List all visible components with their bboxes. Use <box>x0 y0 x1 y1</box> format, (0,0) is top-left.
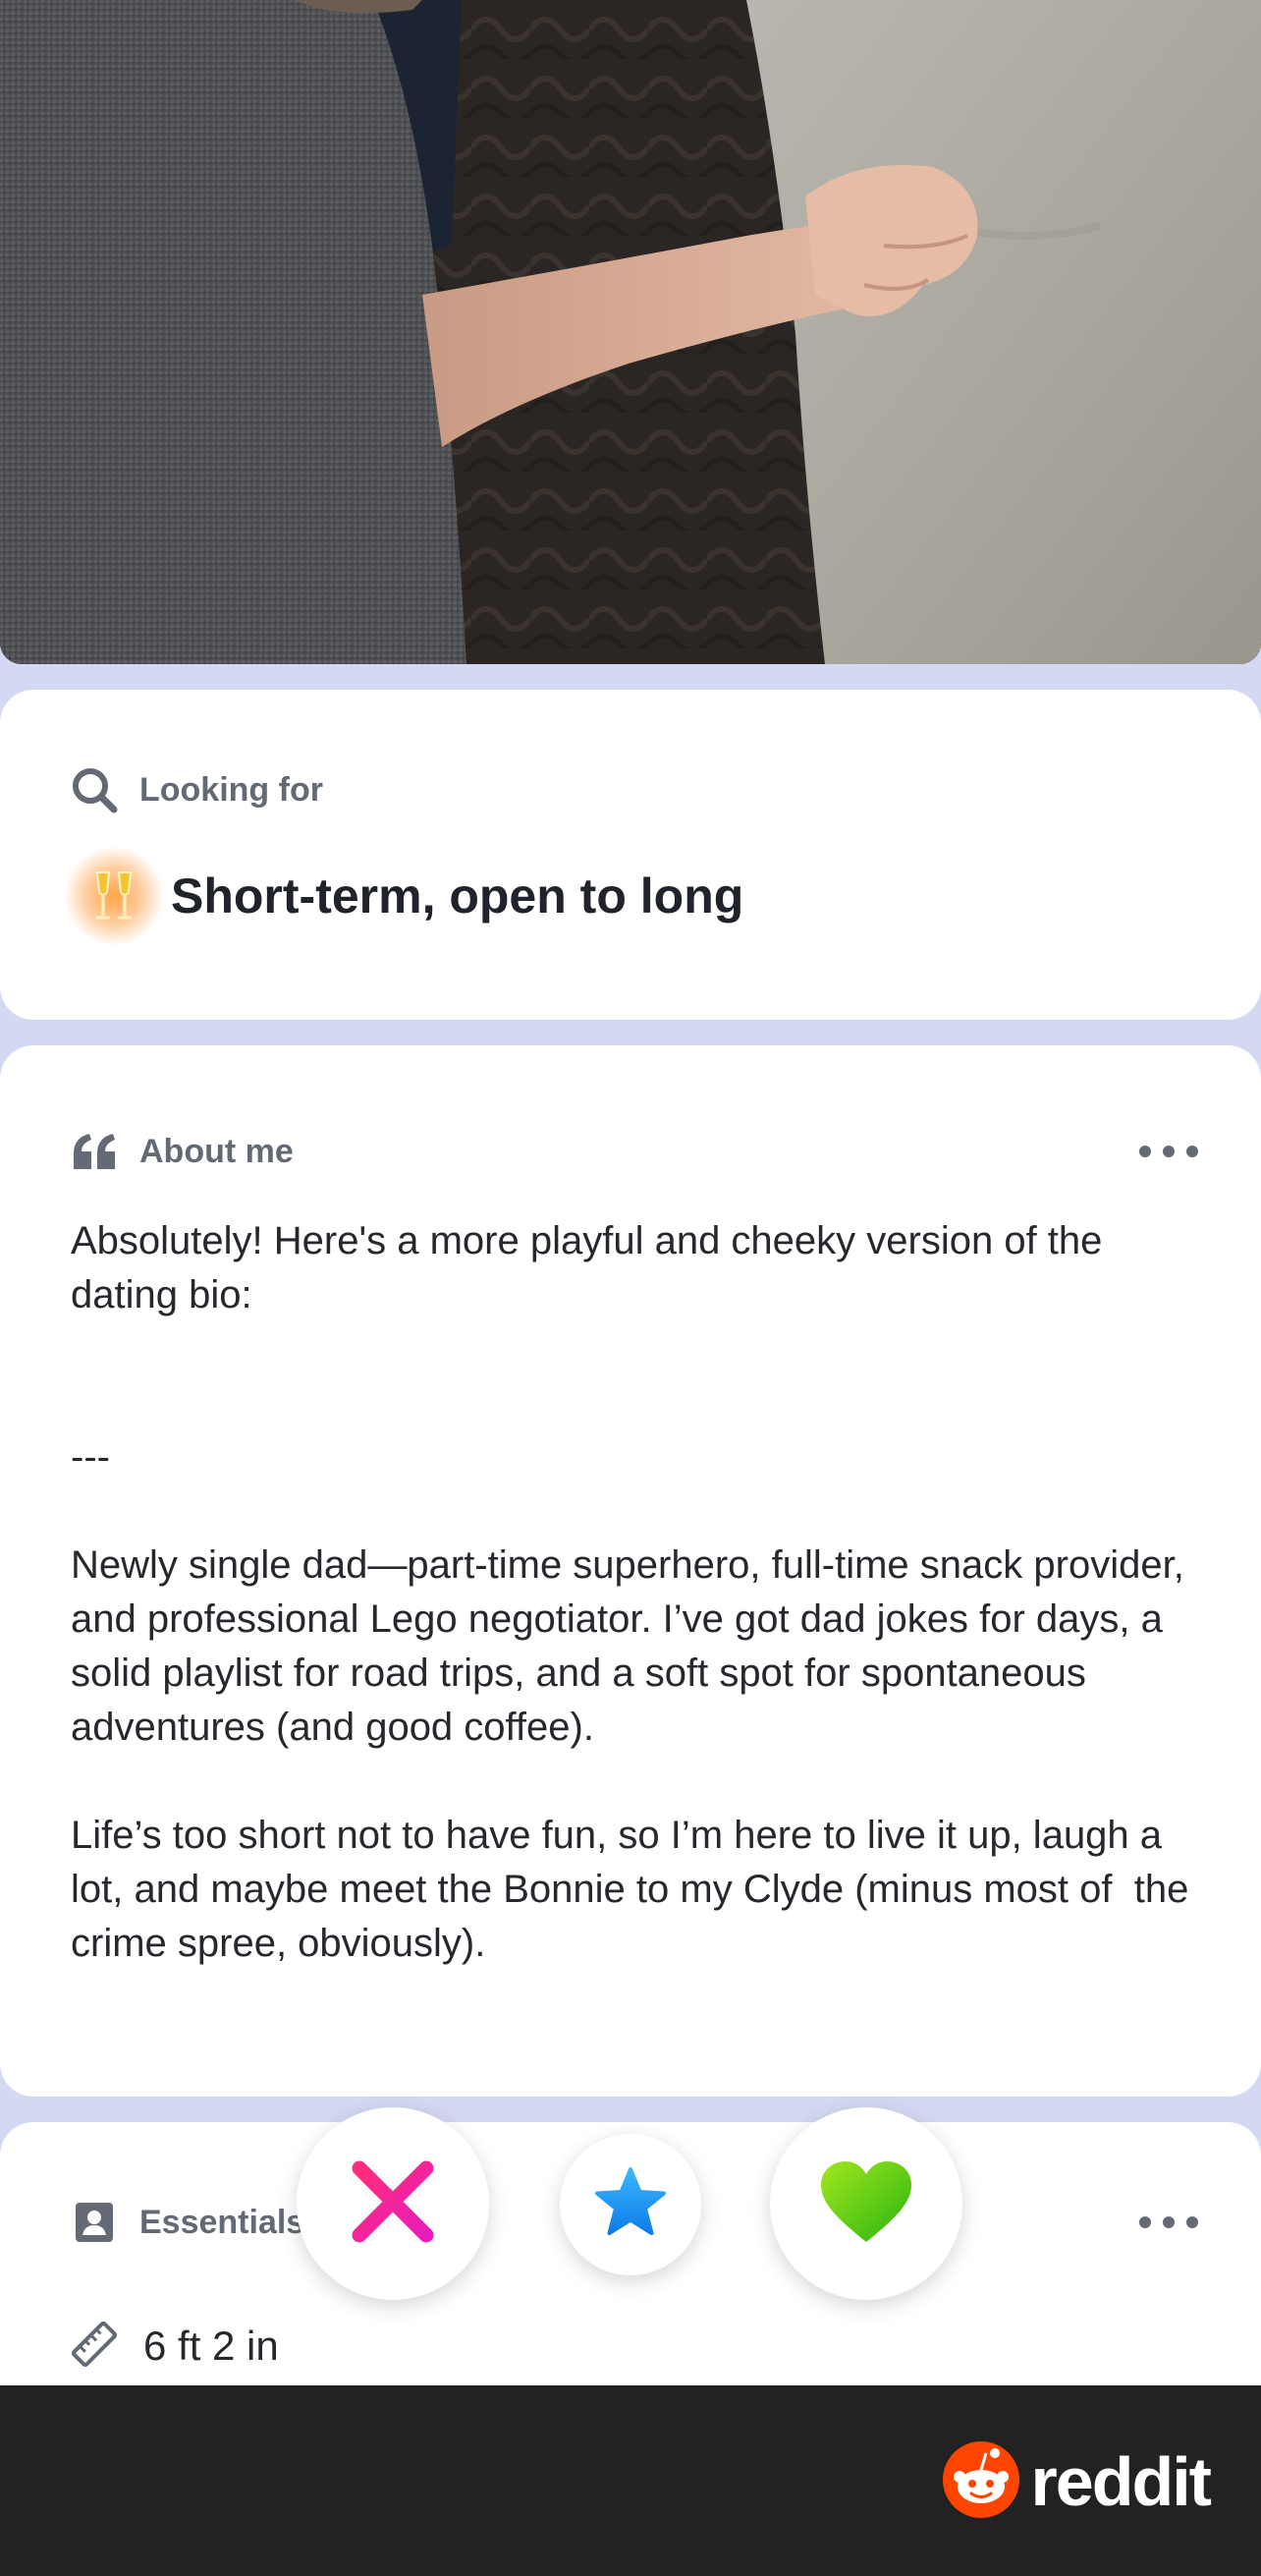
about-me-bio: Absolutely! Here's a more playful and ch… <box>71 1219 1189 1965</box>
more-dot <box>1163 2216 1175 2228</box>
profile-card-icon <box>71 2199 118 2246</box>
essentials-label: Essentials <box>139 2203 305 2241</box>
x-icon <box>348 2156 438 2252</box>
looking-for-label: Looking for <box>139 770 323 809</box>
search-icon <box>71 766 118 813</box>
heart-icon <box>819 2159 913 2249</box>
like-button[interactable] <box>770 2107 962 2300</box>
looking-for-header: Looking for <box>71 766 323 813</box>
star-icon <box>593 2166 668 2244</box>
about-me-card: About me Absolutely! Here's a more playf… <box>0 1045 1261 2097</box>
about-me-label: About me <box>139 1132 294 1170</box>
looking-for-value: Short-term, open to long <box>171 868 744 924</box>
about-me-header: About me <box>71 1128 294 1175</box>
about-me-more-button[interactable] <box>1139 1132 1198 1171</box>
more-dot <box>1139 2216 1151 2228</box>
looking-for-value-row: Short-term, open to long <box>65 847 743 945</box>
reddit-snoo-icon <box>941 2439 1021 2525</box>
more-dot <box>1186 2216 1198 2228</box>
more-dot <box>1163 1146 1175 1157</box>
height-value: 6 ft 2 in <box>143 2323 279 2369</box>
more-dot <box>1139 1146 1151 1157</box>
champagne-icon <box>65 847 163 945</box>
quote-icon <box>71 1128 118 1175</box>
profile-photo[interactable] <box>0 0 1261 664</box>
reddit-logo: reddit <box>941 2439 1212 2525</box>
profile-page: Looking for Short-term, open to long Abo… <box>0 0 1261 2576</box>
essentials-more-button[interactable] <box>1139 2203 1198 2242</box>
nope-button[interactable] <box>297 2107 489 2300</box>
ruler-icon <box>71 2321 118 2373</box>
height-row: 6 ft 2 in <box>71 2319 279 2374</box>
reddit-watermark-bar: reddit <box>0 2385 1261 2576</box>
looking-for-card: Looking for Short-term, open to long <box>0 690 1261 1020</box>
super-like-button[interactable] <box>560 2134 701 2275</box>
profile-photo-image <box>0 0 1261 664</box>
more-dot <box>1186 1146 1198 1157</box>
essentials-header: Essentials <box>71 2199 304 2246</box>
reddit-wordmark: reddit <box>1030 2443 1212 2520</box>
